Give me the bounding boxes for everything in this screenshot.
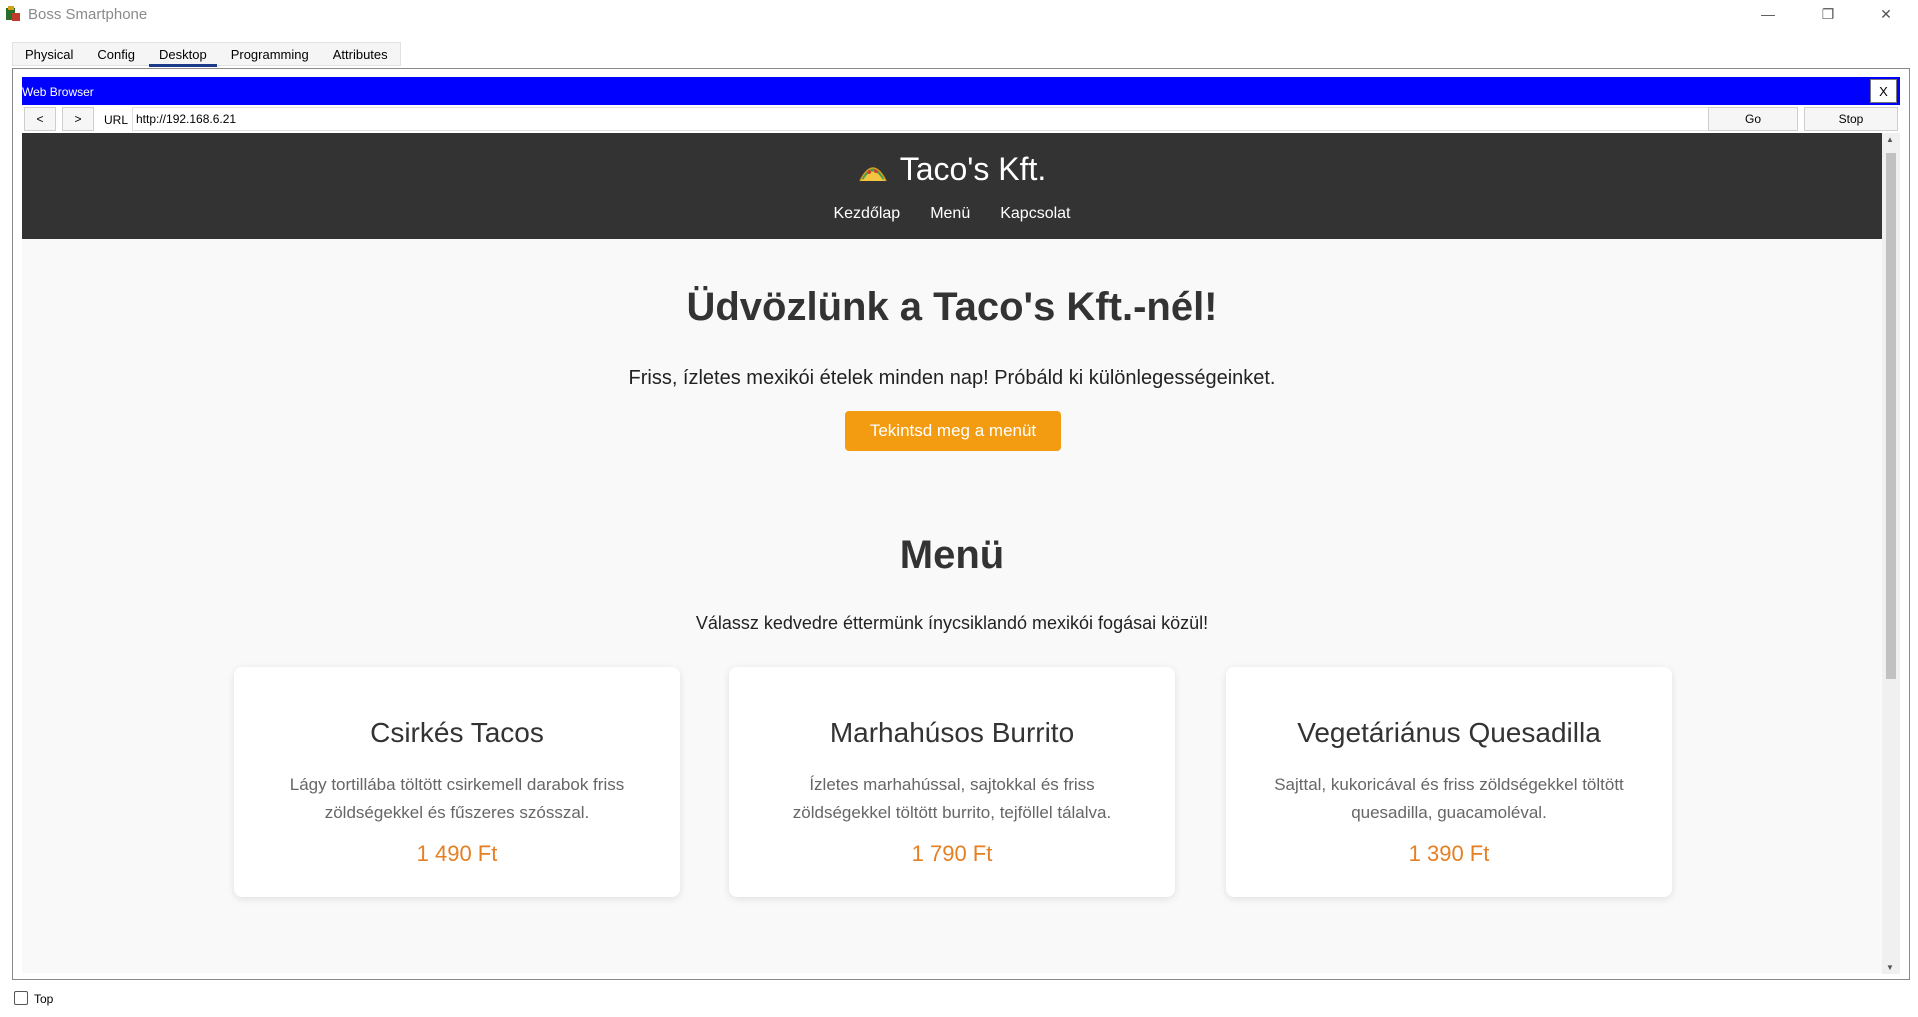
app-icon <box>6 6 20 21</box>
maximize-icon: ❐ <box>1821 5 1835 22</box>
site-brand[interactable]: Taco's Kft. <box>22 151 1882 188</box>
tab-config[interactable]: Config <box>85 43 147 67</box>
browser-titlebar: Web Browser X <box>22 77 1900 105</box>
menu-item-name: Vegetáriánus Quesadilla <box>1297 717 1601 748</box>
window-title: Boss Smartphone <box>28 6 148 23</box>
scroll-up-icon[interactable]: ▲ <box>1886 135 1894 144</box>
minimize-button[interactable]: — <box>1740 0 1796 28</box>
tab-desktop[interactable]: Desktop <box>147 43 219 67</box>
tab-programming[interactable]: Programming <box>219 43 321 67</box>
menu-item-description: Ízletes marhahússal, sajtokkal és friss … <box>792 775 1112 822</box>
close-icon: ✕ <box>1880 5 1892 22</box>
menu-item-name: Marhahúsos Burrito <box>829 717 1075 748</box>
tab-physical[interactable]: Physical <box>13 43 85 67</box>
maximize-button[interactable]: ❐ <box>1800 0 1856 28</box>
scroll-down-icon[interactable]: ▼ <box>1886 963 1894 972</box>
site-nav: Kezdőlap Menü Kapcsolat <box>22 205 1882 223</box>
page-viewport: Taco's Kft. Kezdőlap Menü Kapcsolat Üdvö… <box>22 133 1882 973</box>
url-input[interactable] <box>132 107 1722 131</box>
taco-icon <box>859 166 887 181</box>
menu-item-price: 1 490 Ft <box>416 841 498 866</box>
menu-card: Vegetáriánus Quesadilla Sajttal, kukoric… <box>1226 667 1672 897</box>
menu-item-description: Lágy tortillába töltött csirkemell darab… <box>289 775 625 822</box>
brand-name: Taco's Kft. <box>899 151 1047 187</box>
stop-button[interactable]: Stop <box>1804 107 1898 131</box>
forward-button[interactable]: > <box>62 107 94 131</box>
hero-text: Friss, ízletes mexikói ételek minden nap… <box>628 367 1276 389</box>
menu-subtitle: Válassz kedvedre éttermünk ínycsiklandó … <box>695 613 1209 633</box>
go-button[interactable]: Go <box>1708 107 1798 131</box>
top-label: Top <box>34 992 54 1006</box>
nav-link-home[interactable]: Kezdőlap <box>818 205 915 223</box>
bottom-bar: Top <box>0 985 1918 1017</box>
device-tab-bar: Physical Config Desktop Programming Attr… <box>12 42 401 67</box>
menu-item-price: 1 390 Ft <box>1408 841 1490 866</box>
menu-card: Csirkés Tacos Lágy tortillába töltött cs… <box>234 667 680 897</box>
menu-item-price: 1 790 Ft <box>911 841 993 866</box>
menu-title: Menü <box>899 533 1005 577</box>
window-titlebar: Boss Smartphone — ❐ ✕ <box>0 0 1918 28</box>
menu-card: Marhahúsos Burrito Ízletes marhahússal, … <box>729 667 1175 897</box>
browser-title: Web Browser <box>22 85 94 99</box>
view-menu-button[interactable]: Tekintsd meg a menüt <box>845 411 1061 451</box>
nav-link-contact[interactable]: Kapcsolat <box>985 205 1085 223</box>
nav-link-menu[interactable]: Menü <box>915 205 985 223</box>
scroll-thumb[interactable] <box>1886 153 1896 679</box>
top-checkbox[interactable] <box>14 991 28 1005</box>
hero-title: Üdvözlünk a Taco's Kft.-nél! <box>686 285 1218 329</box>
back-button[interactable]: < <box>24 107 56 131</box>
tab-attributes[interactable]: Attributes <box>321 43 400 67</box>
menu-item-name: Csirkés Tacos <box>370 717 544 748</box>
minimize-icon: — <box>1761 6 1775 22</box>
url-bar: < > URL Go Stop <box>22 105 1900 133</box>
site-header: Taco's Kft. Kezdőlap Menü Kapcsolat <box>22 133 1882 239</box>
web-browser-window: Web Browser X < > URL Go Stop Taco's Kft… <box>22 77 1900 974</box>
url-label: URL <box>104 113 129 127</box>
menu-item-description: Sajttal, kukoricával és friss zöldségekk… <box>1274 775 1624 822</box>
page-scrollbar[interactable]: ▲ ▼ <box>1882 133 1900 974</box>
browser-close-button[interactable]: X <box>1870 79 1897 103</box>
close-window-button[interactable]: ✕ <box>1858 0 1914 28</box>
